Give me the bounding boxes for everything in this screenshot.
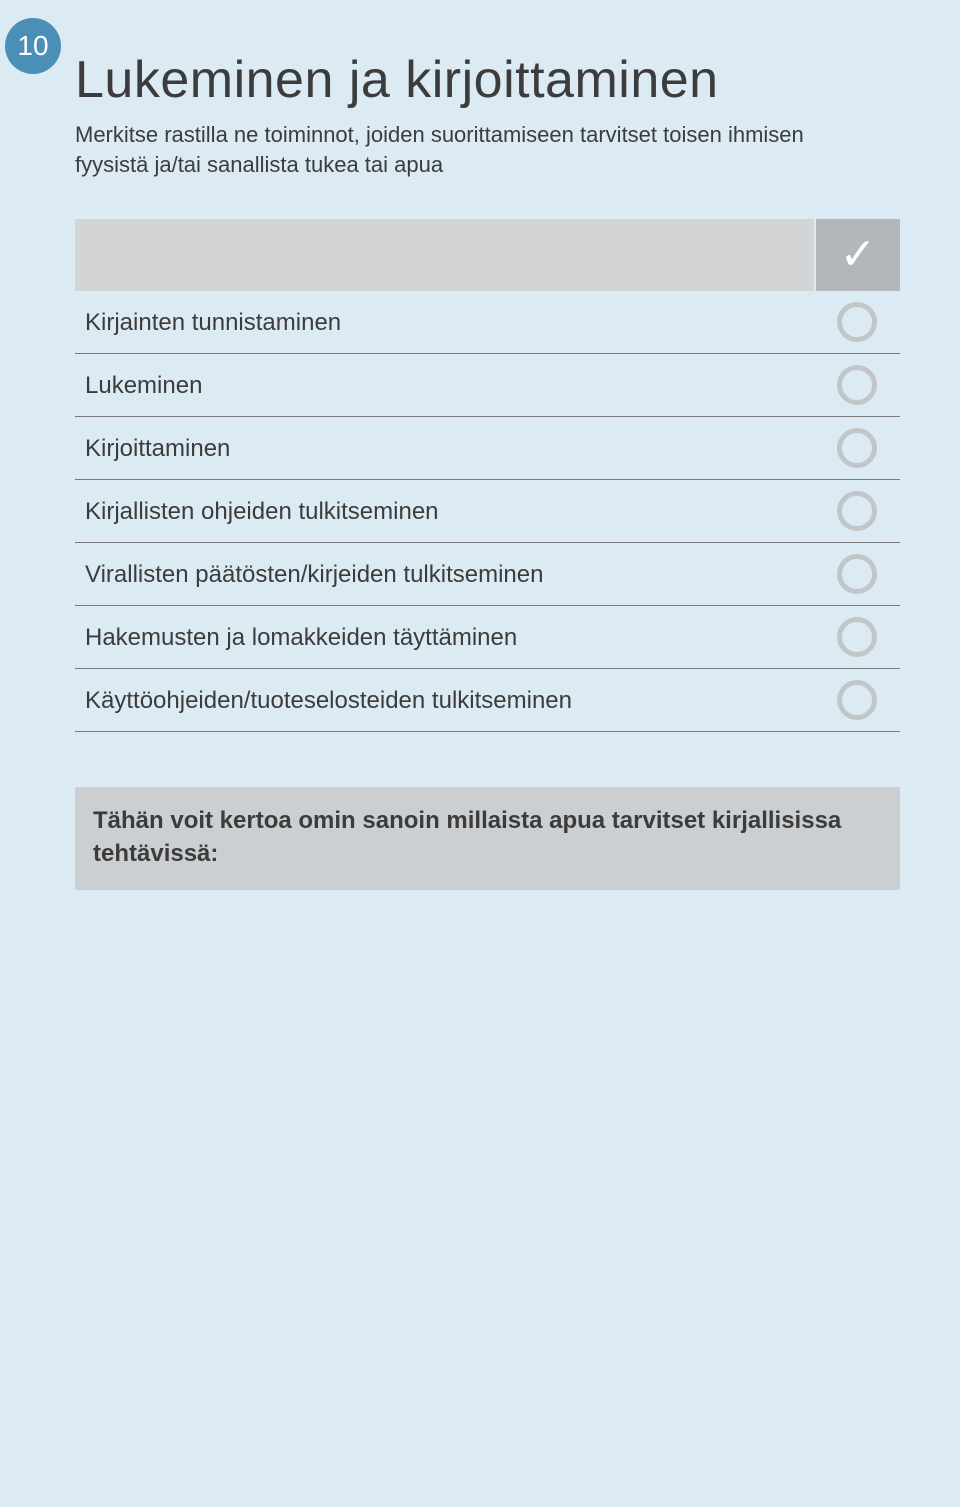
table-header-check-column: ✓ <box>814 219 900 291</box>
checkbox-circle[interactable] <box>837 428 877 468</box>
row-label: Kirjoittaminen <box>75 417 814 479</box>
row-label: Hakemusten ja lomakkeiden täyttäminen <box>75 606 814 668</box>
row-check-cell <box>814 291 900 353</box>
row-label: Lukeminen <box>75 354 814 416</box>
notes-textarea[interactable] <box>75 892 900 1352</box>
row-check-cell <box>814 606 900 668</box>
table-row: Kirjoittaminen <box>75 417 900 480</box>
row-label: Kirjainten tunnistaminen <box>75 291 814 353</box>
notes-prompt: Tähän voit kertoa omin sanoin millaista … <box>93 805 882 870</box>
checkbox-circle[interactable] <box>837 554 877 594</box>
table-row: Käyttöohjeiden/tuoteselosteiden tulkitse… <box>75 669 900 732</box>
page-number-badge: 10 <box>5 18 61 74</box>
table-row: Kirjallisten ohjeiden tulkitseminen <box>75 480 900 543</box>
row-check-cell <box>814 543 900 605</box>
checkbox-circle[interactable] <box>837 680 877 720</box>
row-check-cell <box>814 669 900 731</box>
checkbox-circle[interactable] <box>837 491 877 531</box>
page-subtitle: Merkitse rastilla ne toiminnot, joiden s… <box>75 120 875 179</box>
checkbox-circle[interactable] <box>837 302 877 342</box>
checklist-table: ✓ Kirjainten tunnistaminen Lukeminen Kir… <box>75 219 900 732</box>
row-check-cell <box>814 417 900 479</box>
row-label: Käyttöohjeiden/tuoteselosteiden tulkitse… <box>75 669 814 731</box>
row-check-cell <box>814 354 900 416</box>
page-title: Lukeminen ja kirjoittaminen <box>75 50 900 110</box>
page-number: 10 <box>17 30 48 62</box>
notes-box: Tähän voit kertoa omin sanoin millaista … <box>75 787 900 890</box>
table-row: Virallisten päätösten/kirjeiden tulkitse… <box>75 543 900 606</box>
checkbox-circle[interactable] <box>837 365 877 405</box>
page-content: Lukeminen ja kirjoittaminen Merkitse ras… <box>0 0 960 1392</box>
row-label: Virallisten päätösten/kirjeiden tulkitse… <box>75 543 814 605</box>
table-header-spacer <box>75 219 814 291</box>
table-row: Kirjainten tunnistaminen <box>75 291 900 354</box>
table-header: ✓ <box>75 219 900 291</box>
table-row: Hakemusten ja lomakkeiden täyttäminen <box>75 606 900 669</box>
row-check-cell <box>814 480 900 542</box>
table-row: Lukeminen <box>75 354 900 417</box>
check-icon: ✓ <box>840 233 877 277</box>
row-label: Kirjallisten ohjeiden tulkitseminen <box>75 480 814 542</box>
checkbox-circle[interactable] <box>837 617 877 657</box>
